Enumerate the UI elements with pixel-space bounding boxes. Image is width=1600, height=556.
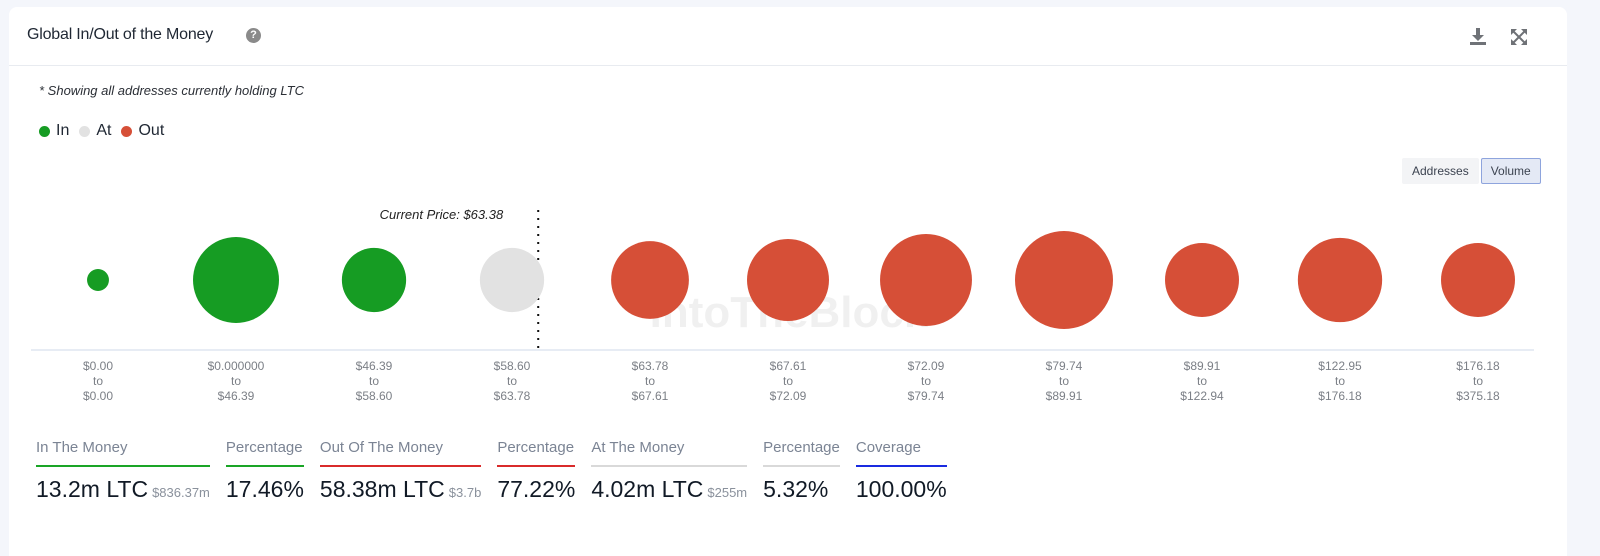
range-from-label: $122.95 — [1318, 359, 1362, 373]
range-from-label: $0.00 — [83, 359, 113, 373]
range-joiner-label: to — [1197, 374, 1207, 388]
stat-out-percentage: Percentage 77.22% — [497, 439, 576, 503]
stat-value: 13.2m LTC — [36, 476, 149, 502]
range-to-label: $79.74 — [908, 389, 945, 403]
range-joiner-label: to — [93, 374, 103, 388]
range-to-label: $58.60 — [356, 389, 393, 403]
range-from-label: $58.60 — [494, 359, 531, 373]
stat-label: Out Of The Money — [319, 439, 482, 467]
stat-label: Percentage — [763, 439, 840, 467]
cluster-bubble-at[interactable] — [479, 247, 545, 313]
cluster-bubble-in[interactable] — [341, 247, 407, 313]
stat-value: 4.02m LTC — [591, 476, 704, 502]
range-joiner-label: to — [1059, 374, 1069, 388]
stat-coverage: Coverage 100.00% — [855, 439, 947, 503]
stat-usd-value: $836.37m — [152, 485, 210, 500]
stat-value: 5.32% — [763, 476, 829, 502]
range-to-label: $46.39 — [218, 389, 255, 403]
stat-label: Percentage — [225, 439, 304, 467]
stat-usd-value: $3.7b — [448, 485, 482, 500]
range-to-label: $67.61 — [632, 389, 669, 403]
range-to-label: $375.18 — [1456, 389, 1500, 403]
cluster-bubble-out[interactable] — [1015, 231, 1113, 329]
range-to-label: $89.91 — [1046, 389, 1083, 403]
range-to-label: $63.78 — [494, 389, 531, 403]
stat-value: 58.38m LTC — [319, 476, 445, 502]
range-joiner-label: to — [645, 374, 655, 388]
stat-label: Coverage — [855, 439, 947, 467]
cluster-bubble-out[interactable] — [1441, 243, 1515, 317]
range-from-label: $79.74 — [1046, 359, 1083, 373]
stat-value: 77.22% — [497, 476, 576, 502]
stat-value: 17.46% — [225, 476, 304, 502]
range-joiner-label: to — [921, 374, 931, 388]
cluster-bubble-out[interactable] — [880, 234, 972, 326]
stat-in-percentage: Percentage 17.46% — [225, 439, 304, 503]
stat-usd-value: $255m — [707, 485, 748, 500]
range-from-label: $176.18 — [1456, 359, 1500, 373]
cluster-bubble-out[interactable] — [611, 241, 689, 319]
cluster-bubble-out[interactable] — [1165, 243, 1239, 317]
range-from-label: $46.39 — [356, 359, 393, 373]
chart-card: Global In/Out of the Money ? * Showing a… — [9, 7, 1567, 556]
cluster-bubble-out[interactable] — [1297, 237, 1383, 323]
range-from-label: $72.09 — [908, 359, 945, 373]
range-to-label: $0.00 — [83, 389, 113, 403]
range-from-label: $89.91 — [1184, 359, 1221, 373]
bubble-chart: IntoTheBlockCurrent Price: $63.38$0.00to… — [31, 207, 1534, 403]
stat-at-percentage: Percentage 5.32% — [763, 439, 840, 503]
stat-out-of-the-money: Out Of The Money 58.38m LTC $3.7b — [319, 439, 482, 503]
range-from-label: $63.78 — [632, 359, 669, 373]
range-joiner-label: to — [1335, 374, 1345, 388]
cluster-bubble-in[interactable] — [193, 237, 279, 323]
range-joiner-label: to — [507, 374, 517, 388]
range-joiner-label: to — [369, 374, 379, 388]
stat-label: At The Money — [591, 439, 748, 467]
stat-value: 100.00% — [855, 476, 947, 502]
range-from-label: $67.61 — [770, 359, 807, 373]
cluster-bubble-in[interactable] — [87, 269, 109, 291]
range-from-label: $0.000000 — [208, 359, 265, 373]
cluster-bubble-out[interactable] — [747, 239, 829, 321]
stats-row: In The Money 13.2m LTC $836.37m Percentag… — [36, 439, 963, 503]
range-joiner-label: to — [1473, 374, 1483, 388]
range-to-label: $122.94 — [1180, 389, 1224, 403]
range-to-label: $72.09 — [770, 389, 807, 403]
range-joiner-label: to — [783, 374, 793, 388]
range-to-label: $176.18 — [1318, 389, 1362, 403]
stat-label: In The Money — [36, 439, 210, 467]
current-price-label: Current Price: $63.38 — [380, 207, 504, 222]
stat-label: Percentage — [497, 439, 576, 467]
stat-at-the-money: At The Money 4.02m LTC $255m — [591, 439, 748, 503]
stat-in-the-money: In The Money 13.2m LTC $836.37m — [36, 439, 210, 503]
range-joiner-label: to — [231, 374, 241, 388]
